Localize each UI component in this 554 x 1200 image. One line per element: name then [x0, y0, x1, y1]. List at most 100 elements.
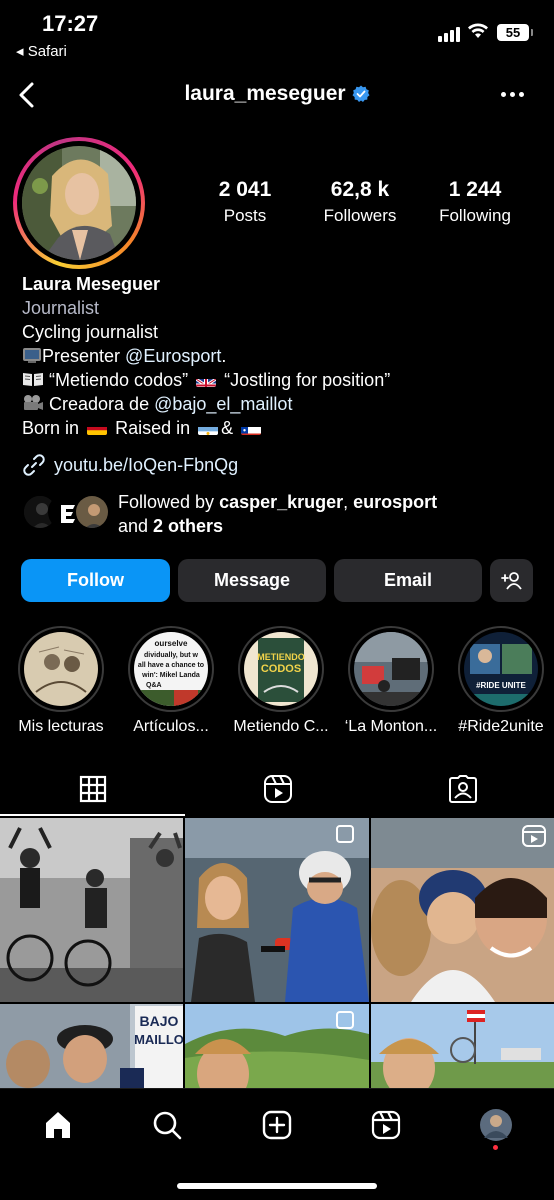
followed-others[interactable]: 2 others	[153, 516, 223, 536]
highlight-la-montonera[interactable]: ‘La Monton...	[336, 626, 446, 736]
posts-grid: BAJO MAILLO	[0, 818, 554, 1088]
mutual-avatar	[74, 494, 110, 530]
profile-username-title: laura_meseguer	[0, 82, 554, 106]
highlight-metiendo-codos[interactable]: METIENDO CODOS Metiendo C...	[226, 626, 336, 736]
reels-icon	[371, 1110, 401, 1140]
bio-text: Raised in	[115, 418, 191, 438]
add-person-button[interactable]	[490, 559, 533, 602]
highlight-label: Mis lecturas	[18, 718, 104, 735]
post-thumbnail[interactable]: BAJO MAILLO	[0, 1004, 183, 1088]
home-indicator[interactable]	[177, 1183, 377, 1189]
bio-text: &	[221, 418, 234, 438]
tab-reels[interactable]	[185, 762, 370, 816]
post-thumbnail[interactable]	[185, 818, 369, 1002]
search-icon	[153, 1111, 182, 1140]
home-icon	[46, 1112, 70, 1138]
highlight-ride2unite[interactable]: #RIDE UNITE #Ride2unite	[446, 626, 554, 736]
highlight-label: Artículos...	[133, 718, 209, 735]
svg-text:all have a chance to: all have a chance to	[138, 662, 204, 669]
status-time: 17:27	[42, 11, 99, 36]
message-button[interactable]: Message	[178, 559, 326, 602]
mutual-followers-avatars	[22, 490, 112, 532]
post-thumbnail[interactable]	[371, 1004, 554, 1088]
nav-home[interactable]	[38, 1105, 78, 1145]
cellular-signal-icon	[438, 24, 460, 42]
bio-text: .	[221, 346, 227, 366]
posts-count[interactable]: 2 041 Posts	[190, 178, 300, 226]
followed-by-section[interactable]: Followed by casper_kruger, eurosport and…	[22, 490, 437, 538]
profile-notification-dot	[493, 1145, 498, 1150]
display-name: Laura Meseguer	[22, 274, 161, 294]
bio-line: Presenter @Eurosport.	[22, 344, 542, 368]
post-thumbnail[interactable]	[0, 818, 183, 1002]
mention-eurosport-link[interactable]: @Eurosport	[125, 346, 221, 366]
highlight-articulos[interactable]: ourselve dividually, but w all have a chan…	[116, 626, 226, 736]
profile-link[interactable]: youtu.be/IoQen-FbnQg	[22, 453, 238, 477]
profile-header: laura_meseguer	[0, 72, 554, 118]
tagged-icon	[448, 775, 477, 803]
reels-icon	[263, 775, 292, 803]
svg-text:#RIDE UNITE: #RIDE UNITE	[476, 681, 526, 690]
post-thumbnail[interactable]	[371, 818, 554, 1002]
status-bar: 17:27 ◂ Safari 55	[0, 0, 554, 66]
chile-flag-icon	[241, 422, 262, 435]
profile-bio: Laura Meseguer Journalist Cycling journa…	[22, 272, 542, 440]
bio-text: Creadora de	[49, 394, 155, 414]
highlight-mis-lecturas[interactable]: Mis lecturas	[6, 626, 116, 736]
stat-value: 1 244	[448, 178, 502, 201]
follow-button[interactable]: Follow	[21, 559, 170, 602]
profile-actions: Follow Message Email	[21, 559, 533, 602]
email-button[interactable]: Email	[334, 559, 482, 602]
verified-badge-icon	[352, 85, 370, 102]
follower-name[interactable]: eurosport	[353, 492, 437, 512]
profile-avatar-story-ring[interactable]	[13, 137, 145, 269]
svg-text:dividually, but w: dividually, but w	[144, 652, 198, 659]
argentina-flag-icon	[198, 422, 219, 435]
more-horizontal-icon[interactable]	[501, 92, 524, 97]
bio-line: Born in Raised in &	[22, 416, 542, 440]
stat-label: Followers	[323, 206, 397, 225]
post-thumbnail[interactable]	[185, 1004, 369, 1088]
link-text[interactable]: youtu.be/IoQen-FbnQg	[54, 455, 238, 476]
tab-tagged[interactable]	[370, 762, 554, 816]
grid-icon	[79, 775, 106, 803]
highlight-label: #Ride2unite	[458, 718, 544, 735]
profile-content-tabs	[0, 762, 554, 816]
bio-line: Creadora de @bajo_el_maillot	[22, 392, 542, 416]
mention-bajo-el-maillot-link[interactable]: @bajo_el_maillot	[154, 394, 292, 414]
nav-reels[interactable]	[366, 1105, 406, 1145]
following-count[interactable]: 1 244 Following	[420, 178, 530, 226]
stat-value: 2 041	[218, 178, 272, 201]
svg-text:Q&A: Q&A	[146, 682, 162, 689]
tab-grid[interactable]	[0, 762, 185, 816]
add-person-icon	[500, 571, 522, 590]
highlight-article-text: ourselve	[155, 639, 188, 648]
active-tab-indicator	[0, 814, 185, 816]
highlight-label: ‘La Monton...	[344, 718, 438, 735]
followed-and: and	[118, 516, 154, 536]
stat-value: 62,8 k	[330, 178, 390, 201]
nav-profile[interactable]	[476, 1105, 516, 1145]
follower-name[interactable]: casper_kruger	[219, 492, 343, 512]
followers-count[interactable]: 62,8 k Followers	[305, 178, 415, 226]
bio-line: Cycling journalist	[22, 322, 159, 342]
username: laura_meseguer	[184, 82, 346, 105]
battery-icon: 55	[497, 24, 533, 41]
nav-create[interactable]	[257, 1105, 297, 1145]
story-highlights: Mis lecturas ourselve dividually, but w al…	[0, 626, 554, 746]
back-to-safari-link[interactable]: ◂ Safari	[16, 42, 67, 60]
tv-emoji-icon	[23, 348, 41, 363]
followed-by-text: Followed by casper_kruger, eurosport and…	[118, 490, 437, 538]
spain-flag-icon	[87, 422, 108, 435]
stat-label: Posts	[223, 206, 267, 225]
followed-prefix: Followed by	[118, 492, 220, 512]
bio-text: “Metiendo codos”	[49, 370, 189, 390]
profile-category: Journalist	[22, 298, 100, 318]
profile-avatar	[480, 1109, 512, 1141]
nav-search[interactable]	[147, 1105, 187, 1145]
wifi-icon	[468, 23, 488, 38]
separator: ,	[343, 492, 354, 512]
link-icon	[23, 454, 45, 476]
uk-flag-icon	[196, 374, 217, 387]
camera-emoji-icon	[24, 395, 43, 410]
